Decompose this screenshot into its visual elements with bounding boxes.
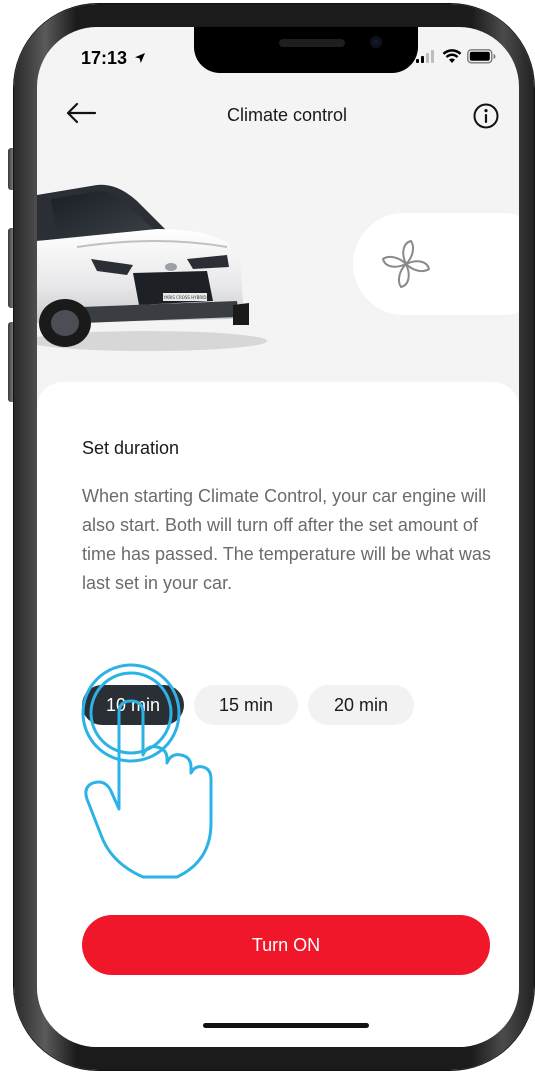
info-button[interactable]	[471, 101, 501, 131]
wifi-icon	[442, 49, 462, 63]
info-icon	[473, 103, 499, 129]
duration-chip-20-min[interactable]: 20 min	[308, 685, 414, 725]
page-title: Climate control	[226, 105, 348, 125]
duration-description: When starting Climate Control, your car …	[82, 486, 491, 593]
section-title: Set duration	[82, 438, 180, 458]
fan-toggle[interactable]	[353, 213, 519, 315]
notch	[194, 27, 418, 73]
license-plate-text: YARIS CROSS HYBRID	[163, 295, 207, 300]
earpiece-speaker	[279, 39, 345, 47]
front-camera	[370, 36, 382, 48]
status-time: 17:13	[81, 48, 146, 69]
fan-icon	[382, 240, 430, 288]
cellular-signal-icon	[416, 50, 434, 63]
app-header: Climate control	[37, 87, 519, 143]
duration-chip-15-min[interactable]: 15 min	[194, 685, 298, 725]
battery-icon	[467, 49, 496, 64]
home-indicator	[203, 1023, 369, 1028]
turn-on-button[interactable]: Turn ON	[82, 915, 490, 975]
location-arrow-icon	[135, 53, 146, 63]
phone-screen: 17:13 Climate control YARIS CROSS HYBRID…	[37, 27, 519, 1047]
car-visual-area: YARIS CROSS HYBRID	[37, 155, 519, 395]
duration-chip-10-min[interactable]: 10 min	[82, 685, 184, 725]
car-image: YARIS CROSS HYBRID	[37, 184, 267, 351]
device-frame: 17:13 Climate control YARIS CROSS HYBRID…	[0, 0, 535, 1076]
status-time-text: 17:13	[81, 48, 128, 68]
